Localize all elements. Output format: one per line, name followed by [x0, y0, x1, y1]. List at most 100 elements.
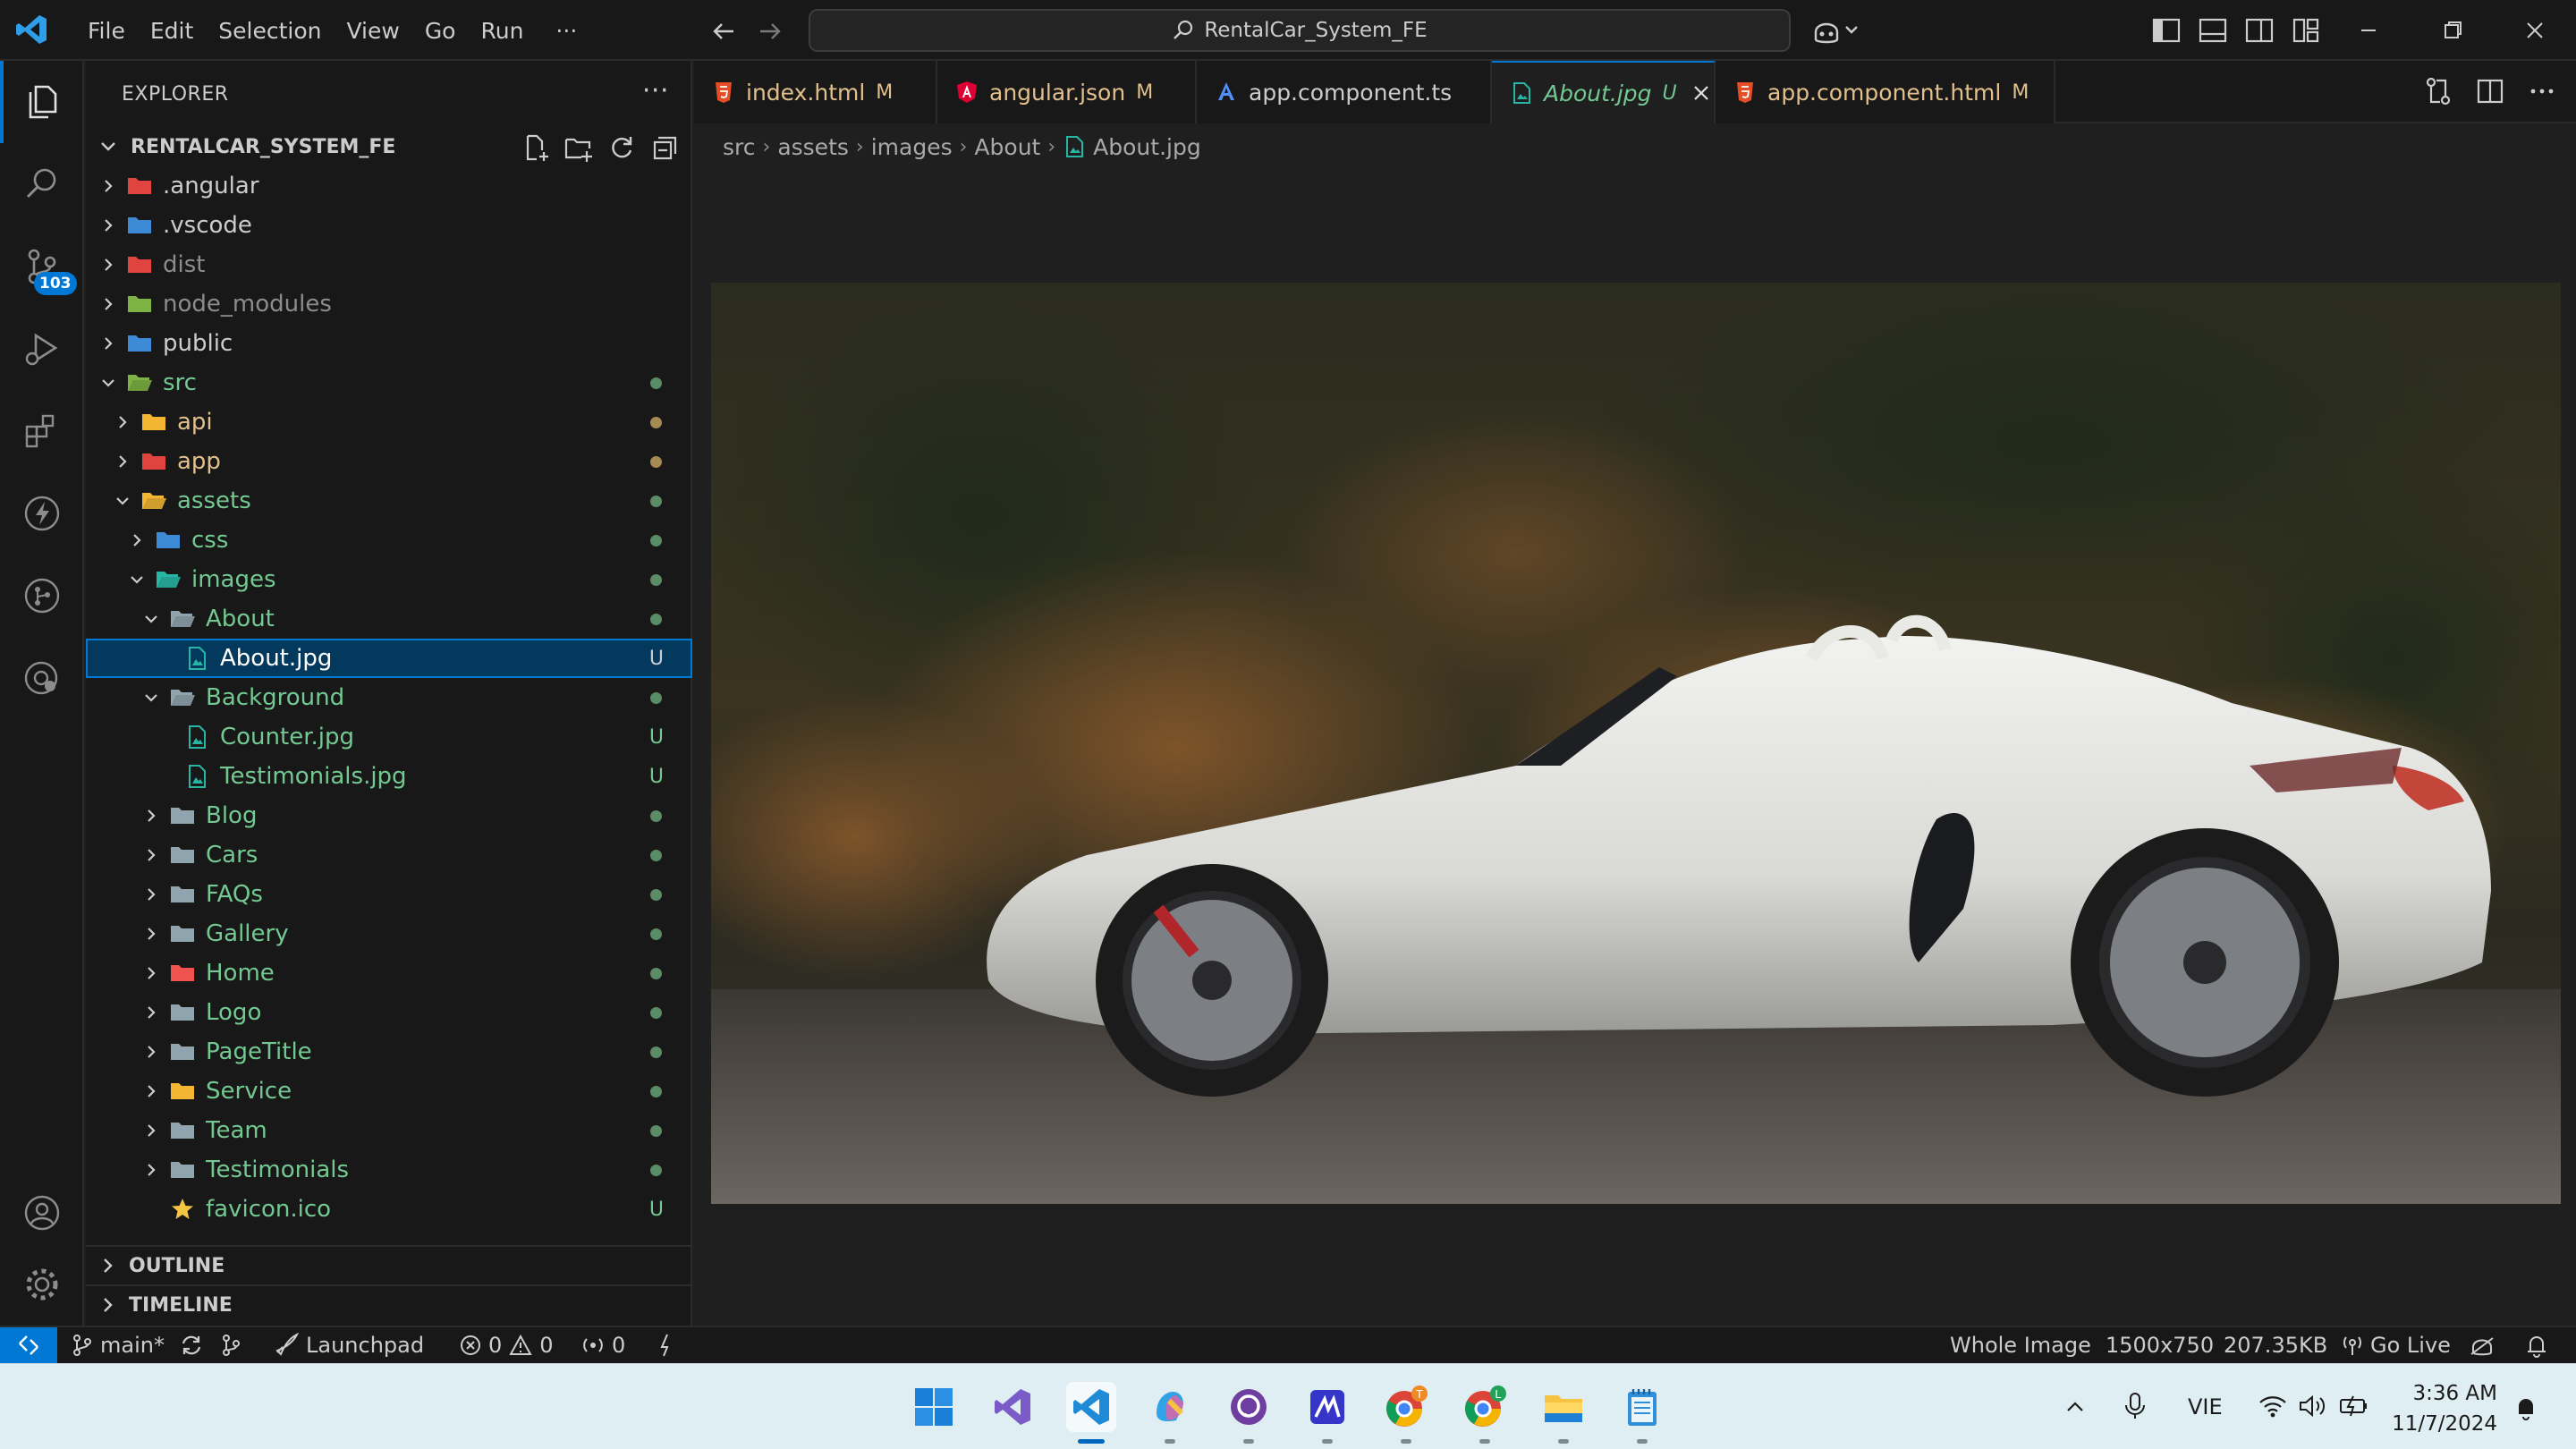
tree-item-testimonials[interactable]: Testimonials — [86, 1150, 692, 1190]
toggle-primary-sidebar-icon[interactable] — [2150, 14, 2182, 47]
tree-item-blog[interactable]: Blog — [86, 796, 692, 835]
chevron-down-icon[interactable] — [138, 606, 165, 632]
file-explorer-taskbar[interactable] — [1538, 1382, 1589, 1432]
chevron-right-icon[interactable] — [109, 448, 136, 475]
breadcrumb-about[interactable]: About — [974, 134, 1040, 160]
chevron-right-icon[interactable] — [138, 1078, 165, 1105]
notepad-taskbar[interactable] — [1617, 1382, 1667, 1432]
vscode-logo-icon[interactable] — [14, 13, 48, 47]
timeline-section[interactable]: TIMELINE — [86, 1284, 692, 1324]
tree-item-counter-jpg[interactable]: Counter.jpg U — [86, 717, 692, 757]
tree-item-node-modules[interactable]: node_modules — [86, 284, 692, 324]
tree-item-background[interactable]: Background — [86, 678, 692, 717]
menu-go[interactable]: Go — [412, 18, 469, 44]
extensions-activity[interactable] — [0, 390, 84, 472]
tree-item-about-jpg[interactable]: About.jpg U — [86, 639, 692, 678]
battery-charging-icon[interactable] — [2338, 1393, 2370, 1419]
tree-item-dist[interactable]: dist — [86, 245, 692, 284]
tree-item-angular[interactable]: .angular — [86, 166, 692, 206]
chevron-down-icon[interactable] — [123, 566, 150, 593]
chevron-right-icon[interactable] — [138, 1157, 165, 1183]
forward-arrow-icon[interactable] — [755, 16, 785, 47]
vscode-taskbar[interactable] — [1066, 1382, 1116, 1432]
tree-item-src[interactable]: src — [86, 363, 692, 402]
tree-item-logo[interactable]: Logo — [86, 993, 692, 1032]
toggle-secondary-sidebar-icon[interactable] — [2243, 14, 2275, 47]
notification-bell-icon[interactable] — [2512, 1393, 2540, 1421]
tree-item-gallery[interactable]: Gallery — [86, 914, 692, 953]
tree-item-images[interactable]: images — [86, 560, 692, 599]
chevron-right-icon[interactable] — [109, 409, 136, 436]
tab-index-html[interactable]: index.html M — [694, 61, 937, 123]
gitlens-activity[interactable] — [0, 555, 84, 637]
tree-item-api[interactable]: api — [86, 402, 692, 442]
tree-item-service[interactable]: Service — [86, 1072, 692, 1111]
chevron-right-icon[interactable] — [123, 527, 150, 554]
start-button[interactable] — [909, 1382, 959, 1432]
breadcrumb-images[interactable]: images — [871, 134, 953, 160]
input-language[interactable]: VIE — [2188, 1364, 2223, 1449]
chevron-right-icon[interactable] — [95, 330, 122, 357]
tree-item-app[interactable]: app — [86, 442, 692, 481]
outline-section[interactable]: OUTLINE — [86, 1245, 692, 1284]
menu-selection[interactable]: Selection — [206, 18, 334, 44]
menu-edit[interactable]: Edit — [138, 18, 206, 44]
tree-item-pagetitle[interactable]: PageTitle — [86, 1032, 692, 1072]
breadcrumb-file[interactable]: About.jpg — [1093, 134, 1201, 160]
tree-item-faqs[interactable]: FAQs — [86, 875, 692, 914]
source-control-activity[interactable] — [0, 225, 84, 308]
split-editor-icon[interactable] — [2474, 75, 2506, 107]
manage-activity[interactable] — [0, 1243, 84, 1326]
menu-file[interactable]: File — [75, 18, 138, 44]
breadcrumb-src[interactable]: src — [723, 134, 756, 160]
menu-run[interactable]: Run — [468, 18, 536, 44]
more-actions-icon[interactable] — [2526, 75, 2558, 107]
chevron-right-icon[interactable] — [95, 212, 122, 239]
close-window-icon[interactable] — [2519, 14, 2551, 47]
menu-view[interactable]: View — [334, 18, 411, 44]
go-live-status[interactable]: Go Live — [2342, 1327, 2451, 1363]
new-file-icon[interactable] — [521, 132, 551, 163]
command-center-search[interactable]: RentalCar_System_FE — [809, 9, 1791, 52]
chevron-right-icon[interactable] — [95, 251, 122, 278]
chevron-right-icon[interactable] — [138, 1117, 165, 1144]
search-activity[interactable] — [0, 143, 84, 225]
chevron-right-icon[interactable] — [138, 881, 165, 908]
explorer-more-button[interactable]: ··· — [642, 75, 669, 106]
thunder-client-activity[interactable] — [0, 472, 84, 555]
tree-item-about[interactable]: About — [86, 599, 692, 639]
customize-layout-icon[interactable] — [2290, 14, 2322, 47]
close-tab-icon[interactable] — [1690, 81, 1713, 105]
chevron-right-icon[interactable] — [138, 802, 165, 829]
run-debug-activity[interactable] — [0, 308, 84, 390]
chrome-profile-t-taskbar[interactable]: T — [1381, 1382, 1431, 1432]
new-folder-icon[interactable] — [564, 132, 594, 163]
tree-item-cars[interactable]: Cars — [86, 835, 692, 875]
tree-item-home[interactable]: Home — [86, 953, 692, 993]
chevron-right-icon[interactable] — [138, 999, 165, 1026]
problems-status[interactable]: 0 0 — [460, 1327, 554, 1363]
open-changes-icon[interactable] — [2422, 75, 2454, 107]
plug-icon[interactable] — [655, 1327, 676, 1363]
refresh-icon[interactable] — [606, 132, 637, 163]
visual-studio-taskbar[interactable] — [987, 1382, 1038, 1432]
system-clock[interactable]: 3:36 AM 11/7/2024 — [2392, 1378, 2497, 1439]
chevron-right-icon[interactable] — [138, 920, 165, 947]
workspace-root-row[interactable]: RENTALCAR_SYSTEM_FE — [86, 127, 692, 166]
chevron-down-icon[interactable] — [109, 487, 136, 514]
tree-item-team[interactable]: Team — [86, 1111, 692, 1150]
github-desktop-taskbar[interactable] — [1224, 1382, 1274, 1432]
chevron-right-icon[interactable] — [138, 1038, 165, 1065]
copilot-status-icon[interactable] — [2469, 1327, 2496, 1363]
bell-icon[interactable] — [2524, 1327, 2549, 1363]
chevron-right-icon[interactable] — [138, 960, 165, 987]
copilot-taskbar[interactable] — [1145, 1382, 1195, 1432]
tab-app-component-ts[interactable]: app.component.ts — [1197, 61, 1492, 123]
design-app-taskbar[interactable] — [1302, 1382, 1352, 1432]
git-graph-status-icon[interactable] — [218, 1327, 243, 1363]
chevron-down-icon[interactable] — [95, 369, 122, 396]
accounts-activity[interactable] — [0, 1172, 84, 1254]
tree-item-css[interactable]: css — [86, 521, 692, 560]
tab-angular-json[interactable]: angular.json M — [937, 61, 1197, 123]
back-arrow-icon[interactable] — [708, 16, 739, 47]
